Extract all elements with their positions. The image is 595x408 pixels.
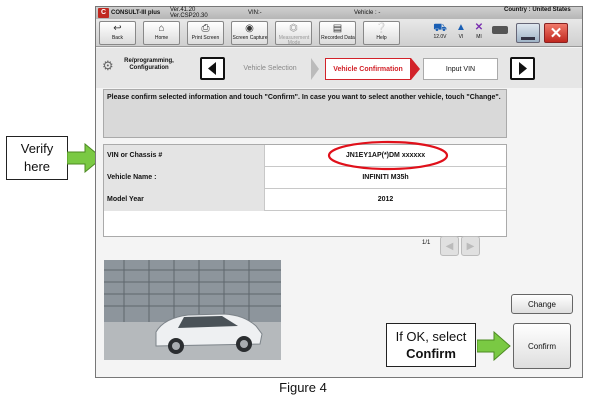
ok-line1: If OK, select [395,329,467,344]
chevron-right-icon: ▶ [466,241,475,252]
measurement-icon: ⏣ [289,23,298,34]
back-arrow-icon: ↩ [113,23,122,34]
home-button[interactable]: ⌂ Home [143,21,180,45]
confirm-button[interactable]: Confirm [513,323,571,369]
nav-forward-button[interactable] [510,57,535,80]
section-label: Re/programming, Configuration [124,58,174,71]
vin-highlight-ellipse [327,140,449,171]
row-value: 2012 [264,189,506,211]
print-screen-button[interactable]: ⎙ Print Screen [187,21,224,45]
printer-icon: ⎙ [201,23,210,34]
back-button[interactable]: ↩ Back [99,21,136,45]
home-icon: ⌂ [158,23,165,34]
measurement-mode-button[interactable]: ⏣ Measurement Mode [275,21,312,46]
navigation-row: ⚙ Re/programming, Configuration Vehicle … [96,48,582,88]
minimize-icon [521,37,535,40]
screen-capture-button[interactable]: ◉ Screen Capture [231,21,268,45]
triangle-right-icon [519,62,527,75]
close-icon: ✕ [549,25,563,42]
chevron-left-icon: ◀ [445,241,454,252]
battery-icon [492,26,508,34]
row-label: VIN or Chassis # [104,145,264,167]
mi-status: ✕ MI [472,22,486,40]
nav-back-button[interactable] [200,57,225,80]
verify-line2: here [23,159,51,174]
page-next-button[interactable]: ▶ [461,236,480,256]
verify-line1: Verify [20,141,54,156]
step-separator-icon [311,58,319,80]
camera-icon: ◉ [245,23,254,34]
ok-line2: Confirm [406,346,456,361]
help-button[interactable]: ❔ Help [363,21,400,45]
instruction-message: Please confirm selected information and … [103,89,507,138]
signal-icon: ▲ [456,22,466,33]
triangle-left-icon [208,62,216,75]
consult-screen: C CONSULT-III plus Ver.41.20 Ver.CSP20.3… [95,6,583,378]
minimize-button[interactable] [516,23,540,43]
row-label: Model Year [104,189,264,211]
change-button[interactable]: Change [511,294,573,314]
verify-callout: Verify here [6,136,68,180]
toolbar: ↩ Back ⌂ Home ⎙ Print Screen ◉ Screen Ca… [96,19,582,47]
battery-status: ⛟ 12.0V [430,22,450,40]
figure-caption: Figure 4 [279,380,327,395]
close-button[interactable]: ✕ [544,23,568,43]
mi-disconnected-icon: ✕ [474,22,484,33]
vehicle-info-table: VIN or Chassis # JN1EY1AP(*)DM xxxxxx Ve… [103,140,507,237]
title-bar: C CONSULT-III plus Ver.41.20 Ver.CSP20.3… [96,7,582,19]
vin-label: VIN:- [248,10,262,16]
vi-status: ▲ VI [454,22,468,40]
table-row: Model Year 2012 [104,189,506,211]
confirm-arrow [477,331,511,361]
step-active-arrow-icon [411,58,420,80]
row-label: Vehicle Name : [104,167,264,189]
recorded-data-icon: ▤ [332,23,343,34]
step-vehicle-confirmation: Vehicle Confirmation [325,58,411,80]
ok-callout: If OK, select Confirm [386,323,476,367]
recorded-data-button[interactable]: ▤ Recorded Data [319,21,356,45]
page-indicator: 1/1 [422,240,431,246]
consult-logo: C [98,8,109,18]
app-name: CONSULT-III plus [111,10,161,16]
vehicle-image [104,260,281,360]
car-icon: ⛟ [433,22,447,34]
country-label: Country : United States [504,7,571,13]
wrench-icon: ⚙ [102,58,114,73]
step-vehicle-selection: Vehicle Selection [243,65,297,72]
page-prev-button[interactable]: ◀ [440,236,459,256]
help-icon: ❔ [375,23,388,34]
step-input-vin: Input VIN [423,58,498,80]
vehicle-label: Vehicle : - [354,10,381,16]
